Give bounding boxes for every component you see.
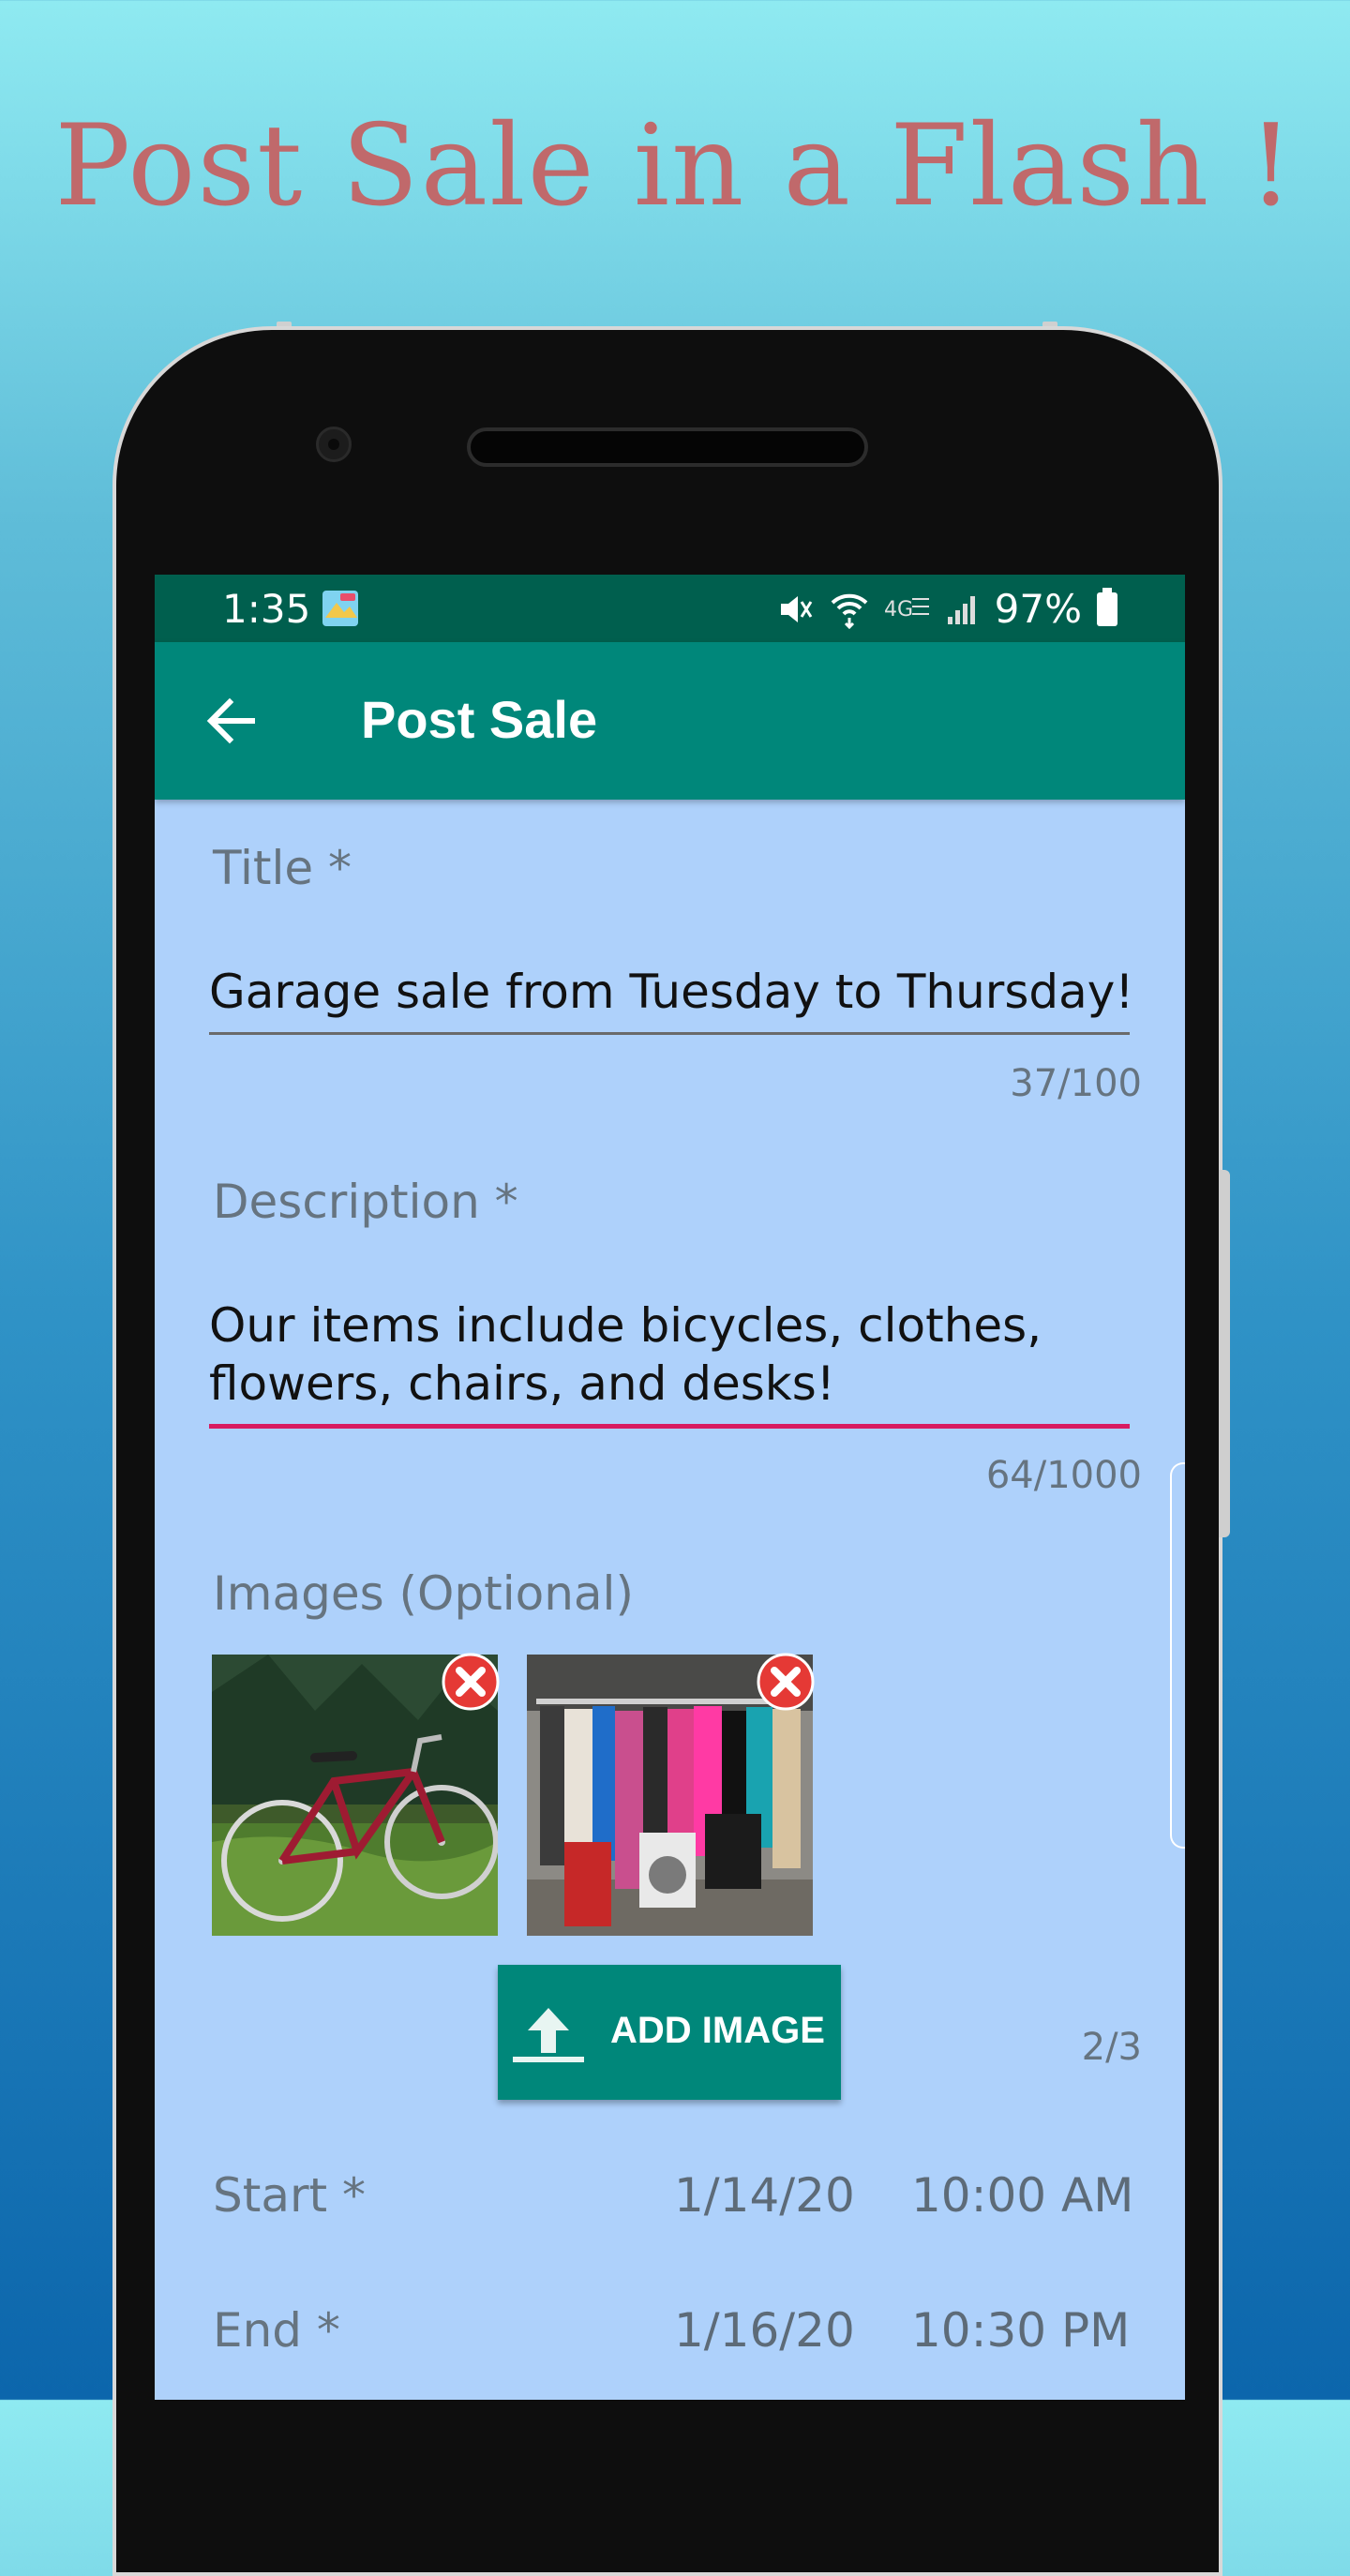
description-label: Description * [213, 1175, 518, 1229]
start-time[interactable]: 10:00 AM [911, 2168, 1133, 2223]
images-counter: 2/3 [1081, 2026, 1142, 2069]
scrollbar-handle[interactable] [1170, 1462, 1185, 1849]
title-input[interactable]: Garage sale from Tuesday to Thursday! [209, 963, 1133, 1021]
end-label: End * [213, 2303, 340, 2358]
status-time: 1:35 [222, 586, 311, 632]
battery-icon [1097, 587, 1118, 626]
wifi-icon [831, 593, 868, 629]
status-bar: 1:35 4G 97% [155, 575, 1185, 642]
end-time[interactable]: 10:30 PM [911, 2303, 1130, 2358]
title-label: Title * [213, 841, 352, 895]
front-camera [316, 427, 352, 462]
remove-image-icon[interactable] [757, 1653, 815, 1711]
page-title: Post Sale [361, 690, 598, 749]
description-input[interactable]: Our items include bicycles, clothes, flo… [209, 1296, 1042, 1413]
description-line: flowers, chairs, and desks! [209, 1356, 835, 1411]
remove-image-icon[interactable] [442, 1653, 500, 1711]
description-input-underline [209, 1424, 1130, 1429]
title-input-underline [209, 1032, 1130, 1035]
arrow-back-icon[interactable] [202, 691, 262, 751]
add-image-button[interactable]: ADD IMAGE [498, 1965, 841, 2100]
mute-icon [780, 595, 812, 622]
earpiece-speaker [467, 427, 868, 467]
promo-headline: Post Sale in a Flash ! [54, 101, 1296, 232]
phone-side-key [1219, 1294, 1230, 1537]
description-char-counter: 64/1000 [985, 1454, 1142, 1497]
images-label: Images (Optional) [213, 1566, 634, 1621]
lte-icon: 4G [884, 597, 929, 622]
start-label: Start * [213, 2168, 367, 2223]
status-icons: 4G 97% [777, 586, 1118, 632]
app-screen: 1:35 4G 97% Post Sale Title * Garage sal… [155, 575, 1185, 2400]
start-date[interactable]: 1/14/20 [674, 2168, 855, 2223]
description-line: Our items include bicycles, clothes, [209, 1298, 1042, 1353]
app-bar: Post Sale [155, 642, 1185, 800]
app-notification-icon [322, 591, 358, 626]
title-char-counter: 37/100 [1010, 1062, 1142, 1105]
svg-text:4G: 4G [884, 598, 913, 622]
upload-icon [513, 2008, 584, 2062]
add-image-label: ADD IMAGE [610, 2010, 825, 2051]
battery-percent: 97% [994, 586, 1082, 632]
signal-icon [947, 595, 975, 624]
end-date[interactable]: 1/16/20 [674, 2303, 855, 2358]
